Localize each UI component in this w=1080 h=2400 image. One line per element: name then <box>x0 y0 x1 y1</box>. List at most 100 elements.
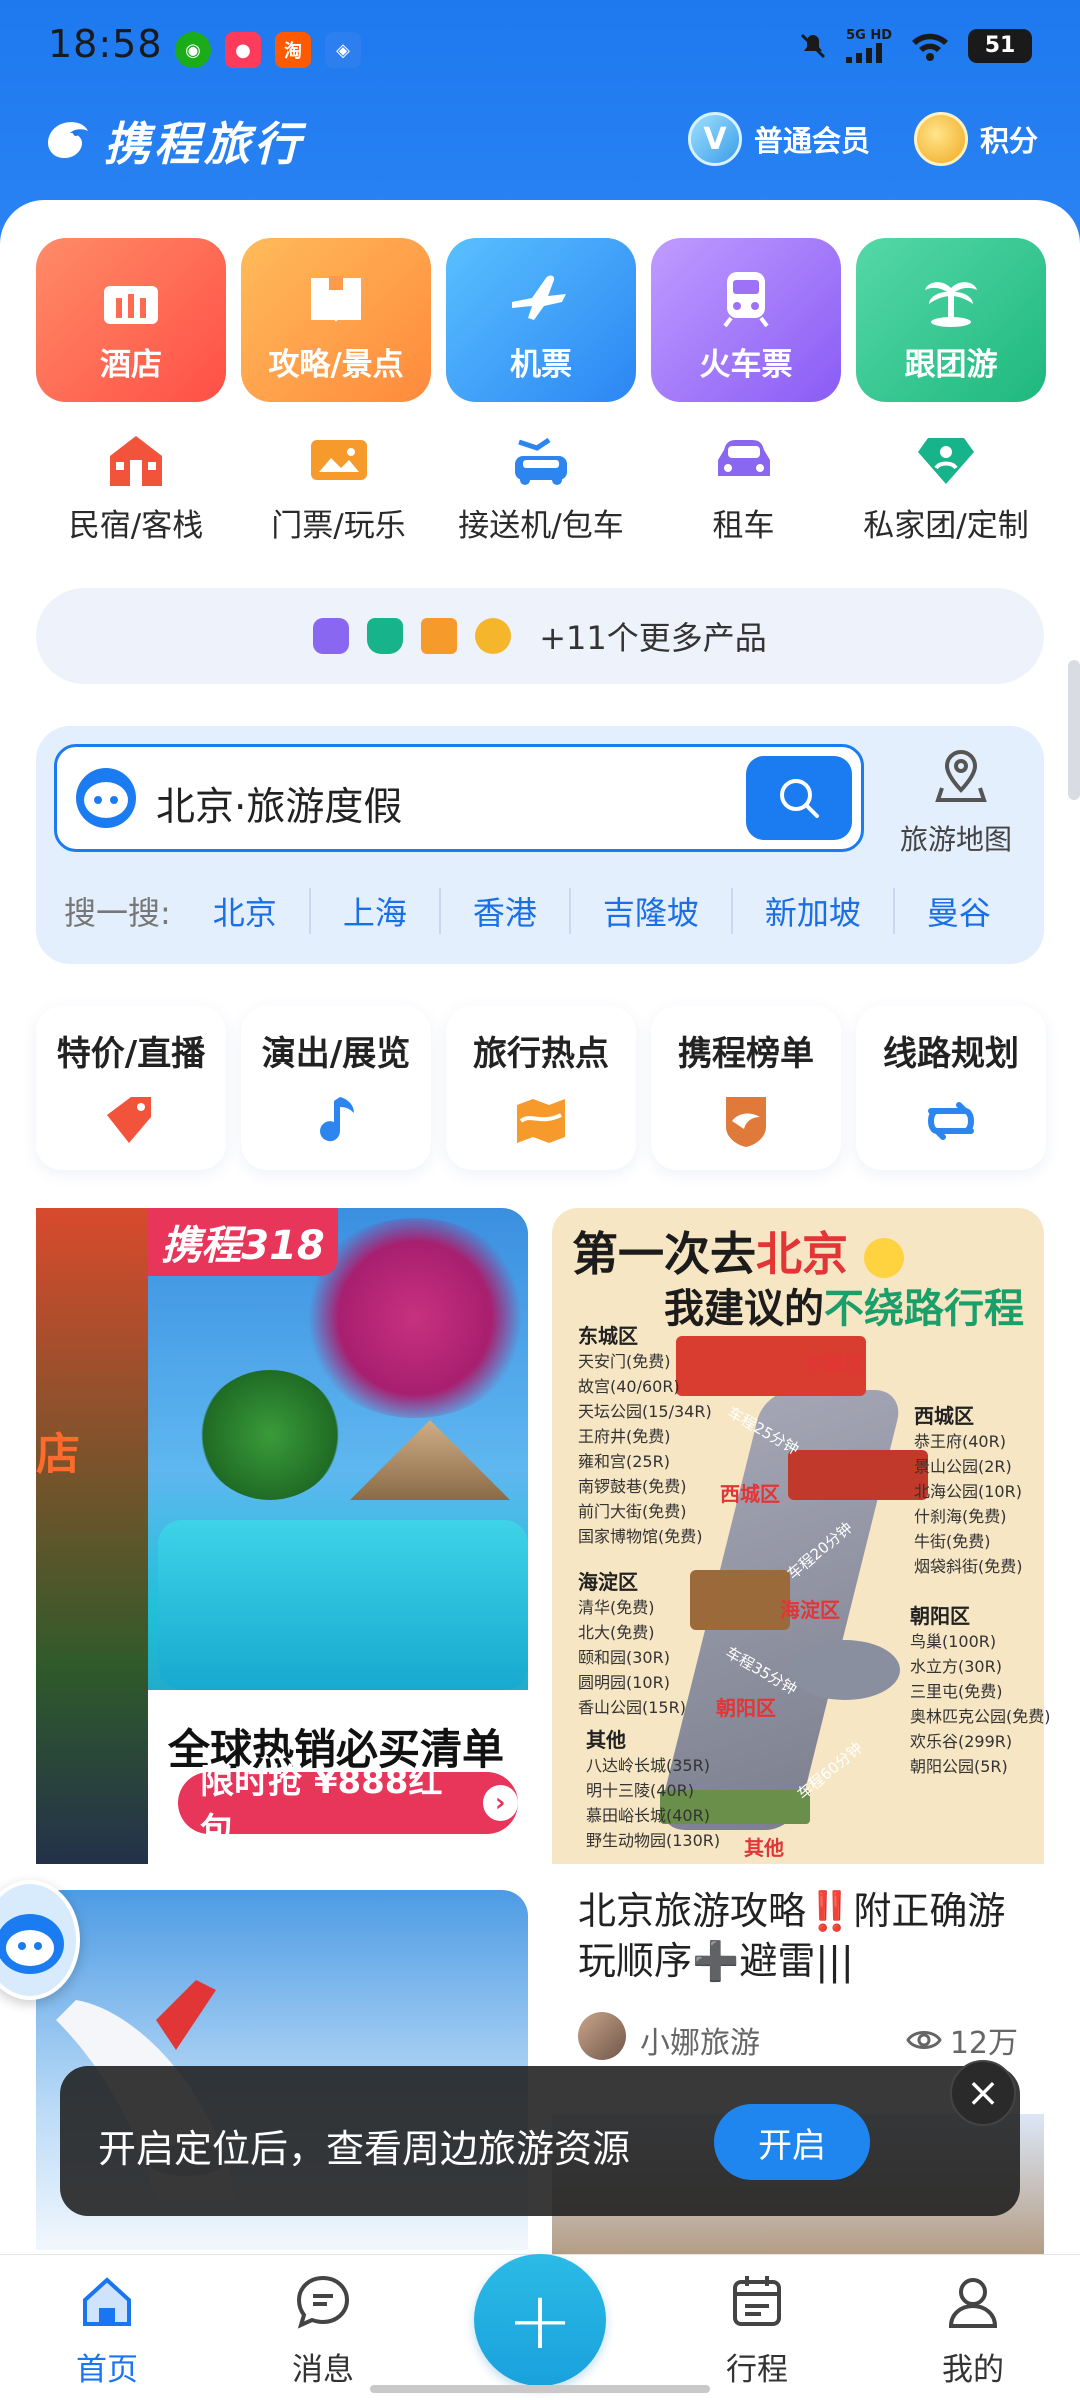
plus-icon[interactable]: + <box>474 2254 606 2386</box>
carousel-previous-slide: 店 <box>36 1208 148 1864</box>
zone-title: 西城区 <box>914 1404 974 1428</box>
attraction-item: 北海公园(10R) <box>914 1482 1022 1501</box>
guide-headline: 第一次去北京 <box>572 1218 905 1284</box>
attraction-item: 水立方(30R) <box>910 1657 1002 1676</box>
more-products-bar[interactable]: +11个更多产品 <box>36 588 1044 684</box>
nav-profile[interactable]: 我的 <box>908 2272 1038 2389</box>
attraction-item: 八达岭长城(35R) <box>586 1756 710 1775</box>
ticket-icon <box>310 440 367 480</box>
feature-label: 携程榜单 <box>678 1034 814 1074</box>
tile-train[interactable]: 火车票 <box>651 238 841 402</box>
hot-city-link[interactable]: 吉隆坡 <box>571 888 733 934</box>
map-label-other: 其他 <box>744 1836 784 1860</box>
attraction-item: 天坛公园(15/34R) <box>578 1402 712 1421</box>
feature-route-planning[interactable]: 线路规划 <box>856 1006 1046 1170</box>
attraction-item: 王府井(免费) <box>578 1427 671 1446</box>
close-icon[interactable]: × <box>950 2060 1016 2126</box>
zone-dongcheng: 东城区 天安门(免费) 故宫(40/60R) 天坛公园(15/34R) 王府井(… <box>578 1320 712 1549</box>
cruise-ship-icon <box>367 618 404 654</box>
nav-home[interactable]: 首页 <box>42 2272 172 2389</box>
sub-service-car-rental[interactable]: 租车 <box>644 430 844 545</box>
assistant-mascot-button[interactable] <box>0 1880 80 2000</box>
hotel-icon <box>104 286 158 324</box>
tile-group-tour[interactable]: 跟团游 <box>856 238 1046 402</box>
feature-rankings[interactable]: 携程榜单 <box>651 1006 841 1170</box>
zone-xicheng: 西城区 恭王府(40R) 景山公园(2R) 北海公园(10R) 什刹海(免费) … <box>914 1400 1023 1579</box>
attraction-item: 景山公园(2R) <box>914 1457 1012 1476</box>
summer-palace-image <box>690 1570 790 1630</box>
tile-guide[interactable]: 攻略/景点 <box>241 238 431 402</box>
tile-hotel[interactable]: 酒店 <box>36 238 226 402</box>
status-notification-icons: ◉ ● 淘 ◈ <box>175 32 361 68</box>
sub-service-private-tour[interactable]: 私家团/定制 <box>846 430 1046 545</box>
zone-haidian: 海淀区 清华(免费) 北大(免费) 颐和园(30R) 圆明园(10R) 香山公园… <box>578 1566 686 1720</box>
toast-message: 开启定位后，查看周边旅游资源 <box>98 2127 631 2171</box>
app-name: 携程旅行 <box>104 117 304 171</box>
sub-service-label: 接送机/包车 <box>458 508 624 544</box>
nav-itinerary[interactable]: 行程 <box>692 2272 822 2389</box>
vip-badge-icon: V <box>687 112 742 166</box>
attraction-item: 野生动物园(130R) <box>586 1831 721 1850</box>
member-level-button[interactable]: V 普通会员 <box>687 112 870 166</box>
train-icon <box>723 272 769 328</box>
chevron-right-icon: › <box>482 1785 518 1821</box>
car-transfer-icon <box>515 437 567 485</box>
sub-service-transfer[interactable]: 接送机/包车 <box>441 430 641 545</box>
hot-city-link[interactable]: 香港 <box>441 888 571 934</box>
zone-other: 其他 八达岭长城(35R) 明十三陵(40R) 慕田峪长城(40R) 野生动物园… <box>586 1724 720 1853</box>
side-slide-text: 店 <box>36 1429 80 1480</box>
feature-hot-spots[interactable]: 旅行热点 <box>446 1006 636 1170</box>
nav-label: 首页 <box>76 2352 138 2388</box>
travel-map-label[interactable]: 旅游地图 <box>900 818 1012 858</box>
map-label-dongcheng: 东城区 <box>804 1352 864 1376</box>
feed-card-title: 北京旅游攻略‼️附正确游玩顺序➕避雷||| <box>578 1889 1006 1983</box>
travel-app-icon: ◈ <box>325 32 361 68</box>
nav-label: 我的 <box>942 2352 1004 2388</box>
scrollbar[interactable] <box>1068 660 1080 800</box>
search-button[interactable] <box>746 756 852 840</box>
hot-city-link[interactable]: 北京 <box>181 888 311 934</box>
attraction-item: 三里屯(免费) <box>910 1682 1003 1701</box>
promo-coupon-button[interactable]: 限时抢 ¥888红包 › <box>178 1762 518 1851</box>
points-label: 积分 <box>979 124 1038 158</box>
map-pin-icon[interactable] <box>934 748 988 804</box>
hot-city-link[interactable]: 曼谷 <box>895 888 1023 934</box>
status-system-icons: 5G HD 51 <box>798 28 1032 63</box>
homestay-icon <box>110 436 162 486</box>
author-name[interactable]: 小娜旅游 <box>640 2018 760 2062</box>
sub-service-label: 租车 <box>712 508 775 544</box>
feature-shows[interactable]: 演出/展览 <box>241 1006 431 1170</box>
sub-service-tickets[interactable]: 门票/玩乐 <box>239 430 439 545</box>
gesture-home-bar[interactable] <box>370 2385 710 2393</box>
attraction-item: 国家博物馆(免费) <box>578 1527 703 1546</box>
attraction-item: 什刹海(免费) <box>914 1507 1007 1526</box>
tile-flights[interactable]: 机票 <box>446 238 636 402</box>
hot-map-icon <box>517 1099 565 1143</box>
points-button[interactable]: 积分 <box>913 112 1038 166</box>
price-tag-icon <box>107 1097 151 1143</box>
profile-icon <box>948 2278 998 2328</box>
sub-service-label: 私家团/定制 <box>863 508 1029 544</box>
view-count-value: 12万 <box>949 2026 1018 2061</box>
feature-deals-live[interactable]: 特价/直播 <box>36 1006 226 1170</box>
attraction-item: 故宫(40/60R) <box>578 1377 680 1396</box>
attraction-item: 圆明园(10R) <box>578 1673 670 1692</box>
attraction-item: 烟袋斜街(免费) <box>914 1557 1023 1576</box>
mascot-icon <box>76 768 136 828</box>
attraction-item: 颐和园(30R) <box>578 1648 670 1667</box>
zone-title: 朝阳区 <box>910 1604 970 1628</box>
attraction-item: 雍和宫(25R) <box>578 1452 670 1471</box>
headline-city: 北京 <box>756 1227 848 1281</box>
hot-city-link[interactable]: 上海 <box>311 888 441 934</box>
enable-location-button[interactable]: 开启 <box>714 2104 870 2180</box>
taobao-icon: 淘 <box>275 32 311 68</box>
sub-service-homestay[interactable]: 民宿/客栈 <box>36 430 236 545</box>
temple-image <box>788 1450 928 1500</box>
tile-label: 跟团游 <box>904 347 998 383</box>
nav-messages[interactable]: 消息 <box>258 2272 388 2389</box>
subheadline-highlight: 不绕路行程 <box>824 1286 1024 1332</box>
hot-search-row: 搜一搜: 北京 上海 香港 吉隆坡 新加坡 曼谷 <box>64 888 1023 934</box>
author-avatar[interactable] <box>578 2012 626 2060</box>
attraction-item: 前门大街(免费) <box>578 1502 687 1521</box>
hot-city-link[interactable]: 新加坡 <box>733 888 895 934</box>
